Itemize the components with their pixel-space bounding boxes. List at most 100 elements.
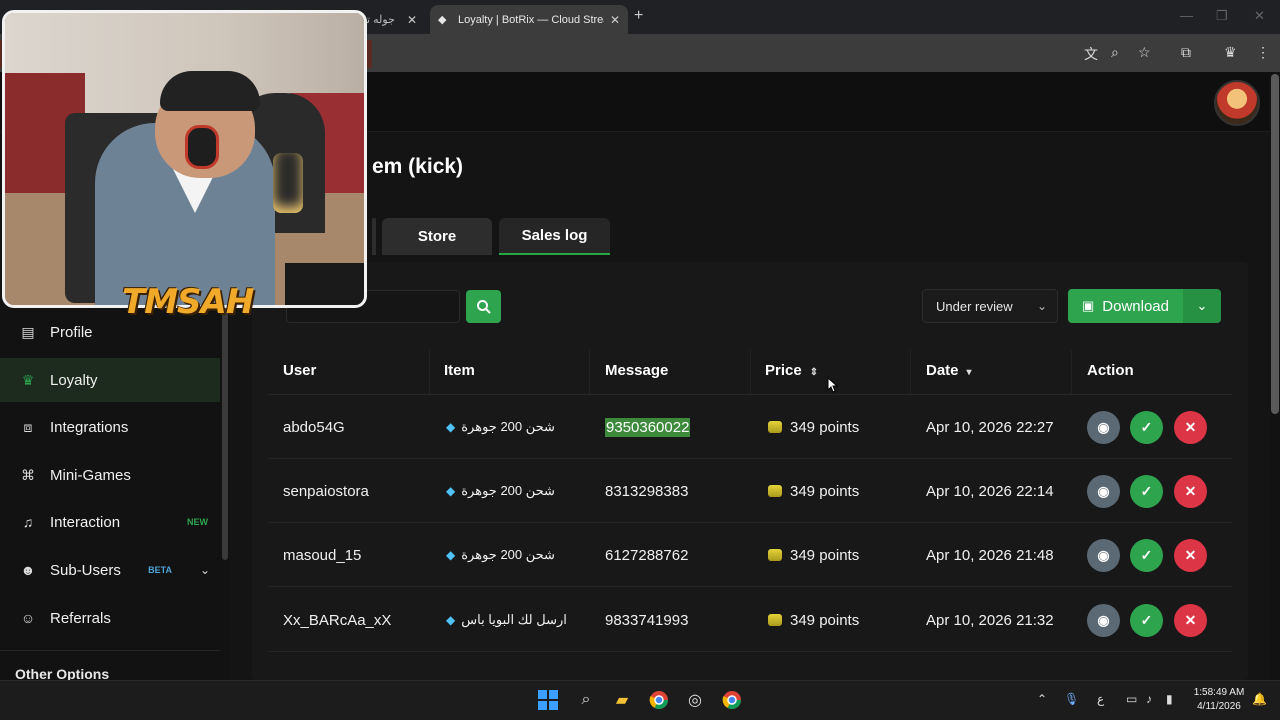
windows-start-icon[interactable] [537,689,559,711]
obs-icon[interactable]: ◎ [684,689,706,711]
window-close-icon[interactable]: ✕ [1254,8,1265,24]
chrome-logo [722,691,741,710]
botrix-favicon-icon: ◆ [438,13,447,26]
file-explorer-icon[interactable]: ▰ [611,689,633,711]
cell-item-label: شحن 200 جوهرة [461,483,555,498]
reject-button[interactable]: ✕ [1174,539,1207,572]
chevron-down-icon: ⌄ [199,563,210,577]
close-tab-icon[interactable]: ✕ [407,13,417,27]
coins-icon [768,485,782,497]
chevron-down-icon: ⌄ [1196,298,1208,313]
cell-item: ◆ ارسل لك البويا باس [446,588,567,652]
new-tab-button[interactable]: + [634,7,643,25]
cell-date: Apr 10, 2026 21:32 [926,611,1054,629]
bookmark-star-icon[interactable]: ☆ [1138,44,1151,61]
download-options-toggle[interactable]: ⌄ [1183,289,1221,323]
eye-icon: ◉ [1097,483,1110,499]
trophy-icon: ♛ [21,371,35,388]
sidebar-item-loyalty[interactable]: ♛ Loyalty [0,358,220,402]
column-header-date[interactable]: Date ▾ [926,362,972,379]
column-divider [429,350,430,394]
table-row: masoud_15 ◆ شحن 200 جوهرة 6127288762 349 … [268,523,1232,587]
notification-bell-icon[interactable]: 🔔 [1252,692,1267,706]
sidebar-item-mini-games[interactable]: ⌘ Mini-Games [0,453,220,497]
page-scrollbar[interactable] [1271,74,1279,414]
clock-date: 4/11/2026 [1197,701,1241,712]
browser-tab-label: Loyalty | BotRix — Cloud Stream [458,13,604,26]
search-icon[interactable]: ⌕ [575,689,597,711]
sidebar-item-label: Interaction [50,513,121,531]
cam-keyboard [285,263,364,305]
status-filter-select[interactable]: Under review ⌄ [922,289,1058,323]
approve-button[interactable]: ✓ [1130,604,1163,637]
sidebar-divider [0,650,220,651]
sidebar-item-referrals[interactable]: ☺ Referrals [0,596,220,640]
zoom-icon[interactable]: ⌕ [1111,44,1119,61]
reject-button[interactable]: ✕ [1174,411,1207,444]
column-divider [589,350,590,394]
close-icon: ✕ [1184,547,1197,563]
language-indicator[interactable]: ع [1097,692,1104,706]
network-icon[interactable]: ▭ [1126,692,1137,706]
microphone-tray-icon[interactable]: 🎙 [1064,692,1079,706]
avatar[interactable] [1214,80,1260,126]
beta-badge: BETA [148,565,172,575]
clock[interactable]: 1:58:49 AM 4/11/2026 [1190,686,1248,714]
cell-message: 9833741993 [605,611,689,629]
column-divider [910,350,911,394]
chevron-down-icon: ⌄ [1036,299,1047,313]
cell-message: 9350360022 [605,395,691,459]
sidebar-item-interaction[interactable]: ♫ Interaction NEW [0,500,220,544]
download-button[interactable]: ▣ Download [1068,289,1183,323]
tray-overflow-icon[interactable]: ⌃ [1037,692,1047,706]
microphone-icon [273,153,303,213]
view-button[interactable]: ◉ [1087,604,1120,637]
chrome-icon[interactable] [648,689,670,711]
column-divider [1071,350,1072,394]
cell-user: senpaiostora [283,482,369,500]
sidebar-item-sub-users[interactable]: ☻ Sub-Users BETA ⌄ [0,548,220,592]
extensions-icon[interactable]: ⧉ [1181,44,1191,61]
sidebar-scrollbar[interactable] [222,300,228,560]
column-header-price[interactable]: Price ⇕ [765,362,818,379]
cell-price: 349 points [768,588,859,652]
close-tab-icon[interactable]: ✕ [610,13,620,27]
tab-store[interactable]: Store [382,218,492,255]
reject-button[interactable]: ✕ [1174,604,1207,637]
gem-icon: ◆ [446,548,456,562]
chrome-logo [649,691,668,710]
sidebar-item-integrations[interactable]: ⧈ Integrations [0,405,220,449]
view-button[interactable]: ◉ [1087,411,1120,444]
cell-item-label: ارسل لك البويا باس [461,612,567,627]
sidebar-item-label: Referrals [50,609,111,627]
profile-extension-icon[interactable]: ♛ [1224,44,1237,61]
volume-icon[interactable]: ♪ [1146,692,1152,706]
cam-hair [160,71,260,111]
table-row: senpaiostora ◆ شحن 200 جوهرة 8313298383 3… [268,459,1232,523]
maximize-icon[interactable]: ❐ [1216,8,1228,24]
view-button[interactable]: ◉ [1087,475,1120,508]
sidebar-item-label: Loyalty [50,371,98,389]
approve-button[interactable]: ✓ [1130,475,1163,508]
eye-icon: ◉ [1097,612,1110,628]
search-button[interactable] [466,290,501,323]
tab-sales-log[interactable]: Sales log [499,218,610,255]
check-icon: ✓ [1140,547,1153,563]
view-button[interactable]: ◉ [1087,539,1120,572]
cell-price-label: 349 points [790,611,860,629]
approve-button[interactable]: ✓ [1130,411,1163,444]
browser-tab-active[interactable]: ◆ Loyalty | BotRix — Cloud Stream ✕ [430,5,628,34]
battery-icon[interactable]: ▮ [1166,692,1173,706]
chrome-active-icon[interactable] [721,689,743,711]
approve-button[interactable]: ✓ [1130,539,1163,572]
translate-icon[interactable]: 文 [1084,44,1098,64]
reject-button[interactable]: ✕ [1174,475,1207,508]
excel-file-icon: ▣ [1081,298,1095,313]
music-icon: ♫ [22,514,34,530]
browser-menu-icon[interactable]: ⋮ [1256,44,1270,61]
column-header-item: Item [444,362,475,379]
close-icon: ✕ [1184,483,1197,499]
tab-hidden[interactable] [372,218,376,255]
table-row: abdo54G ◆ شحن 200 جوهرة 9350360022 349 po… [268,395,1232,459]
minimize-icon[interactable]: — [1180,8,1193,23]
